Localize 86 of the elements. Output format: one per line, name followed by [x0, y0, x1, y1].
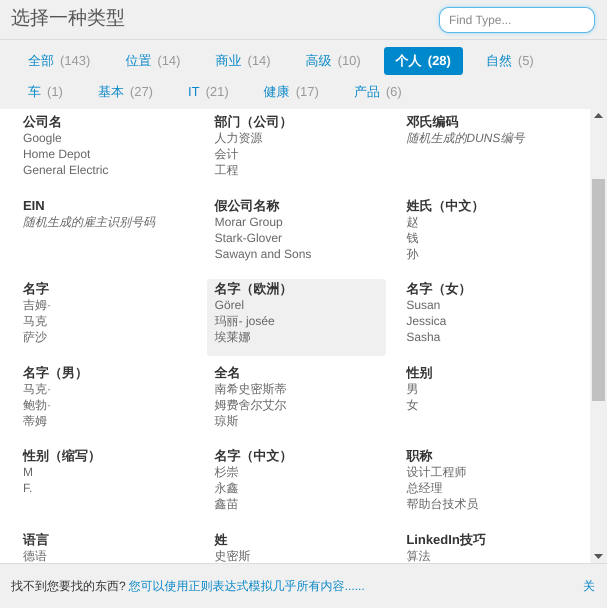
sample-value: 男 — [406, 380, 420, 396]
type-option[interactable]: 职称 设计工程师 总经理 帮助台技术员 — [398, 446, 578, 523]
type-title: 名字（女） — [406, 281, 472, 297]
type-option[interactable]: 部门（公司） 人力资源 会计 工程 — [206, 112, 386, 189]
sample-value: 总经理 — [406, 480, 444, 496]
up-arrow-icon[interactable] — [594, 113, 603, 118]
sample-value: 永鑫 — [214, 480, 240, 496]
sample-value: Jessica — [406, 313, 448, 329]
type-option[interactable]: 名字（男） 马克· 鲍勃· 蒂姆 — [15, 362, 194, 440]
footer-question: 找不到您要找的东西? — [11, 578, 126, 595]
sample-value: 德语 — [23, 548, 48, 563]
sample-value: 鑫苗 — [214, 496, 240, 512]
type-option[interactable]: 假公司名称 Morar Group Stark-Glover Sawayn and Sons — [206, 196, 386, 272]
sample-value: 人力资源 — [214, 130, 264, 146]
sample-value: 吉姆· — [23, 297, 52, 313]
sample-value: 蒂姆 — [23, 412, 48, 428]
type-title: 姓 — [214, 532, 229, 548]
type-option[interactable]: 姓 史密斯 — [206, 530, 386, 563]
sample-value: 钱 — [406, 230, 420, 246]
sample-value: 史密斯 — [214, 548, 252, 563]
dialog-title: 选择一种类型 — [11, 7, 125, 32]
search-field[interactable]: Find Type... — [439, 6, 595, 32]
type-title: 假公司名称 — [214, 198, 281, 214]
sample-value: Stark-Glover — [214, 230, 284, 246]
type-title: 名字（欧洲） — [214, 281, 294, 297]
sample-value: 算法 — [406, 548, 432, 563]
sample-value: 孙 — [406, 246, 420, 262]
type-title: 名字（中文） — [214, 448, 294, 464]
sample-value: 杉崇 — [214, 464, 240, 480]
type-title: 名字 — [23, 281, 50, 297]
sample-value: 萨沙 — [23, 329, 48, 345]
down-arrow-icon[interactable] — [594, 554, 603, 559]
sample-value: M — [23, 464, 34, 480]
type-title: 性别 — [406, 364, 434, 380]
sample-value: 南希史密斯蒂 — [214, 380, 288, 396]
sample-value: 帮助台技术员 — [406, 496, 480, 512]
scrollbar[interactable] — [590, 109, 607, 563]
sample-value: Susan — [406, 297, 442, 313]
sample-value: 鲍勃· — [23, 396, 52, 412]
sample-value: Sawayn and Sons — [214, 246, 312, 262]
type-option[interactable]: 性别（缩写） M F. — [15, 446, 194, 523]
type-title: 邓氏编码 — [406, 114, 460, 130]
sample-value: 玛丽- josée — [214, 313, 276, 329]
sample-value: 埃莱娜 — [214, 329, 252, 345]
type-title: 部门（公司） — [214, 114, 294, 130]
sample-value: 琼斯 — [214, 412, 240, 428]
type-option[interactable]: 名字 吉姆· 马克 萨沙 — [15, 279, 194, 356]
type-option[interactable]: 姓氏（中文） 赵 钱 孙 — [398, 196, 578, 272]
scrollbar-thumb[interactable] — [592, 179, 605, 401]
sample-value: Görel — [214, 297, 245, 313]
type-title: 全名 — [214, 364, 242, 380]
type-option[interactable]: 名字（女） Susan Jessica Sasha — [398, 279, 578, 356]
type-title: 名字（男） — [23, 364, 89, 380]
sample-value: Sasha — [406, 329, 442, 345]
sample-value: 赵 — [406, 214, 420, 230]
type-title: EIN — [23, 198, 46, 214]
type-option[interactable]: LinkedIn技巧 算法 — [398, 530, 578, 563]
sample-value: 马克 — [23, 313, 48, 329]
sample-value: 设计工程师 — [406, 464, 468, 480]
type-title: 公司名 — [23, 114, 63, 130]
type-option[interactable]: 名字（中文） 杉崇 永鑫 鑫苗 — [206, 446, 386, 523]
type-description: 随机生成的雇主识别号码 — [23, 214, 157, 230]
type-title: 姓氏（中文） — [406, 198, 486, 214]
sample-value: 会计 — [214, 146, 240, 162]
type-title: LinkedIn技巧 — [406, 532, 487, 548]
sample-value: 工程 — [214, 162, 240, 178]
sample-value: Morar Group — [214, 214, 284, 230]
type-option[interactable]: 全名 南希史密斯蒂 姆费舍尔艾尔 琼斯 — [206, 362, 386, 440]
type-title: 职称 — [406, 448, 434, 464]
type-title: 语言 — [23, 532, 50, 548]
category-tab[interactable]: 个人 (28) — [384, 47, 463, 75]
type-option[interactable]: 邓氏编码 随机生成的DUNS编号 — [398, 112, 578, 189]
type-option[interactable]: EIN 随机生成的雇主识别号码 — [15, 196, 194, 272]
type-option[interactable]: 名字（欧洲） Görel 玛丽- josée 埃莱娜 — [206, 279, 386, 356]
sample-value: Home Depot — [23, 146, 92, 162]
sample-value: General Electric — [23, 162, 110, 178]
type-option[interactable]: 公司名 Google Home Depot General Electric — [15, 112, 194, 189]
sample-value: 姆费舍尔艾尔 — [214, 396, 288, 412]
type-title: 性别（缩写） — [23, 448, 102, 464]
type-option[interactable]: 性别 男 女 — [398, 362, 578, 440]
sample-value: 马克· — [23, 380, 52, 396]
sample-value: F. — [23, 480, 34, 496]
sample-value: Google — [23, 130, 63, 146]
type-description: 随机生成的DUNS编号 — [406, 130, 526, 146]
type-option[interactable]: 语言 德语 — [15, 530, 194, 563]
sample-value: 女 — [406, 396, 420, 412]
